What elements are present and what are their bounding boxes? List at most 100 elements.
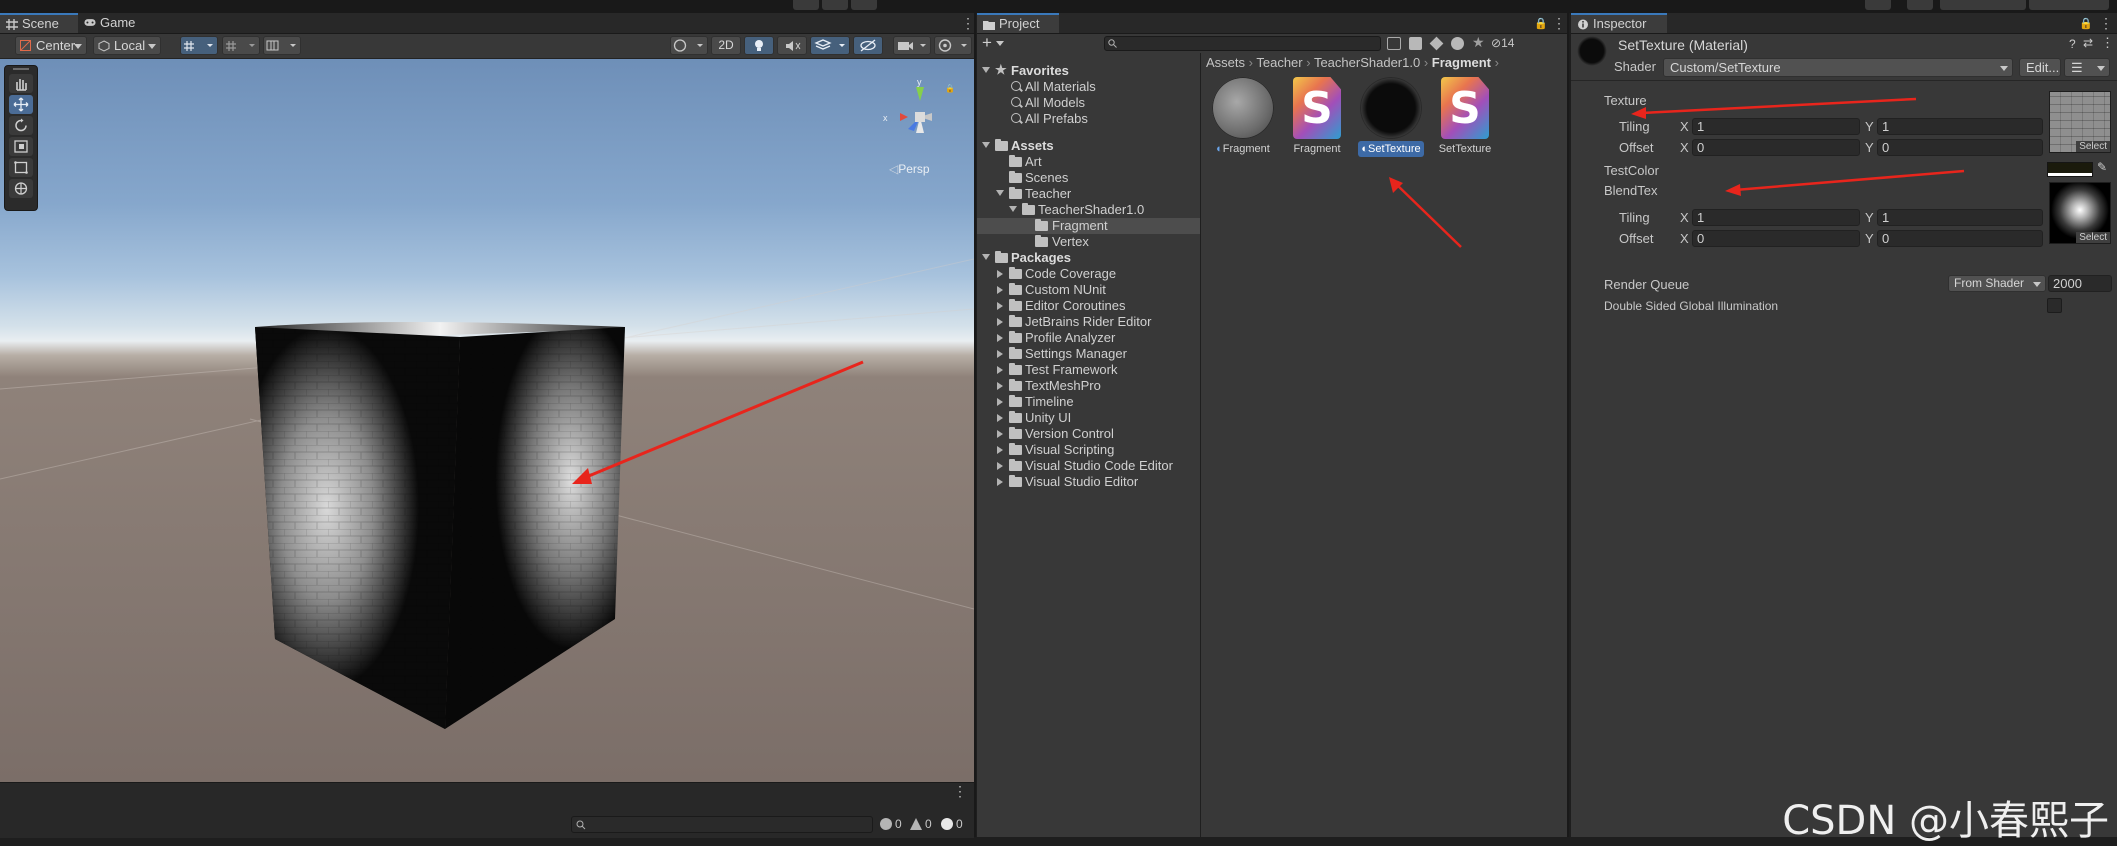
pause-button[interactable] — [822, 0, 848, 10]
tree-package-item[interactable]: TextMeshPro — [977, 378, 1200, 394]
gizmo-lock-icon[interactable]: 🔒 — [945, 84, 955, 93]
tree-item-all-materials[interactable]: All Materials — [977, 79, 1200, 95]
shader-dropdown[interactable]: Custom/SetTexture — [1663, 58, 2013, 77]
layout-dropdown[interactable] — [2029, 0, 2109, 10]
blendtex-select-button[interactable]: Select — [2076, 232, 2110, 243]
pivot-rotation-dropdown[interactable]: Local — [93, 36, 161, 55]
expand-arrow-icon[interactable] — [997, 334, 1003, 342]
tree-favorites[interactable]: ★ Favorites — [977, 62, 1200, 79]
lighting-toggle[interactable] — [744, 36, 774, 55]
expand-arrow-icon[interactable] — [997, 270, 1003, 278]
breadcrumb-item[interactable]: Assets — [1206, 55, 1245, 70]
audio-toggle[interactable] — [777, 36, 807, 55]
filter-label-icon[interactable] — [1429, 36, 1444, 51]
dsgi-checkbox[interactable] — [2047, 298, 2062, 313]
blendtex-slot[interactable]: Select — [2049, 182, 2111, 244]
layers-dropdown[interactable] — [1940, 0, 2026, 10]
rotate-tool-button[interactable] — [9, 116, 33, 135]
project-panel-menu-icon[interactable]: ⋮ — [1552, 15, 1566, 32]
tree-package-item[interactable]: Settings Manager — [977, 346, 1200, 362]
filter-log-icon[interactable] — [1451, 37, 1464, 50]
expand-arrow-icon[interactable] — [997, 286, 1003, 294]
lock-icon[interactable]: 🔒 — [2079, 17, 2093, 30]
tree-package-item[interactable]: Test Framework — [977, 362, 1200, 378]
breadcrumb-item[interactable]: TeacherShader1.0 — [1314, 55, 1420, 70]
filter-type-icon[interactable] — [1409, 37, 1422, 50]
render-queue-field[interactable]: 2000 — [2048, 275, 2112, 292]
tree-package-item[interactable]: Code Coverage — [977, 266, 1200, 282]
expand-arrow-icon[interactable] — [997, 382, 1003, 390]
console-menu-icon[interactable]: ⋮ — [953, 783, 967, 800]
search-button[interactable] — [1907, 0, 1933, 10]
tree-package-item[interactable]: Unity UI — [977, 410, 1200, 426]
expand-arrow-icon[interactable] — [997, 398, 1003, 406]
tab-scene[interactable]: Scene — [0, 13, 78, 33]
create-plus-icon[interactable]: + — [982, 33, 992, 53]
tree-item-teachershader[interactable]: TeacherShader1.0 — [977, 202, 1200, 218]
tree-item-teacher[interactable]: Teacher — [977, 186, 1200, 202]
texture-select-button[interactable]: Select — [2076, 141, 2110, 152]
tree-package-item[interactable]: Visual Studio Code Editor — [977, 458, 1200, 474]
tree-item-scenes[interactable]: Scenes — [977, 170, 1200, 186]
create-caret-icon[interactable] — [996, 41, 1004, 47]
expand-arrow-icon[interactable] — [982, 67, 990, 73]
projection-label[interactable]: ◁Persp — [889, 162, 930, 176]
asset-settexture-material[interactable]: ◐SetTexture — [1353, 77, 1429, 157]
tree-packages[interactable]: Packages — [977, 250, 1200, 266]
tree-package-item[interactable]: Visual Studio Editor — [977, 474, 1200, 490]
expand-arrow-icon[interactable] — [997, 350, 1003, 358]
test-color-swatch[interactable] — [2047, 162, 2093, 177]
toggle-2d-button[interactable]: 2D — [711, 36, 741, 55]
tree-package-item[interactable]: Editor Coroutines — [977, 298, 1200, 314]
tree-item-vertex[interactable]: Vertex — [977, 234, 1200, 250]
expand-arrow-icon[interactable] — [997, 430, 1003, 438]
tree-package-item[interactable]: JetBrains Rider Editor — [977, 314, 1200, 330]
orientation-gizmo[interactable]: 🔒 y x — [866, 77, 966, 157]
hidden-packages-toggle[interactable]: ⊘14 — [1491, 36, 1514, 50]
asset-settexture-shader[interactable]: S SetTexture — [1427, 77, 1503, 157]
expand-arrow-icon[interactable] — [982, 254, 990, 260]
tree-item-all-prefabs[interactable]: All Prefabs — [977, 111, 1200, 127]
undo-history-button[interactable] — [1865, 0, 1891, 10]
expand-arrow-icon[interactable] — [982, 142, 990, 148]
rect-tool-button[interactable] — [9, 158, 33, 177]
expand-arrow-icon[interactable] — [997, 318, 1003, 326]
breadcrumb-item[interactable]: Teacher — [1256, 55, 1302, 70]
tools-drag-handle[interactable] — [13, 68, 29, 70]
hidden-objects-toggle[interactable] — [853, 36, 883, 55]
material-options-dropdown[interactable]: ☰ — [2064, 58, 2110, 77]
scene-camera-dropdown[interactable] — [893, 36, 931, 55]
increment-snap-toggle[interactable] — [222, 36, 260, 55]
expand-arrow-icon[interactable] — [997, 478, 1003, 486]
tree-package-item[interactable]: Visual Scripting — [977, 442, 1200, 458]
step-button[interactable] — [851, 0, 877, 10]
view-tool-button[interactable] — [9, 74, 33, 93]
tree-item-fragment[interactable]: Fragment — [977, 218, 1200, 234]
scale-tool-button[interactable] — [9, 137, 33, 156]
favorite-star-icon[interactable]: ★ — [1472, 34, 1485, 51]
expand-arrow-icon[interactable] — [996, 190, 1004, 196]
tree-item-all-models[interactable]: All Models — [977, 95, 1200, 111]
inspector-menu-icon[interactable]: ⋮ — [2099, 15, 2113, 32]
asset-fragment-material[interactable]: ◐Fragment — [1205, 77, 1281, 157]
asset-fragment-shader[interactable]: S Fragment — [1279, 77, 1355, 157]
tree-assets[interactable]: Assets — [977, 138, 1200, 154]
pivot-mode-dropdown[interactable]: Center — [15, 36, 87, 55]
expand-arrow-icon[interactable] — [997, 414, 1003, 422]
expand-arrow-icon[interactable] — [1009, 206, 1017, 212]
expand-arrow-icon[interactable] — [997, 446, 1003, 454]
tree-item-art[interactable]: Art — [977, 154, 1200, 170]
effects-dropdown[interactable] — [810, 36, 850, 55]
tree-package-item[interactable]: Timeline — [977, 394, 1200, 410]
expand-arrow-icon[interactable] — [997, 366, 1003, 374]
expand-arrow-icon[interactable] — [997, 462, 1003, 470]
scene-viewport[interactable]: 🔒 y x ◁Persp — [0, 59, 974, 782]
tab-inspector[interactable]: Inspector — [1571, 13, 1667, 33]
move-tool-button[interactable] — [9, 95, 33, 114]
scene-panel-menu-icon[interactable]: ⋮ — [961, 15, 975, 32]
help-icon[interactable]: ? — [2069, 37, 2076, 51]
tab-project[interactable]: Project — [977, 13, 1059, 33]
transform-tool-button[interactable] — [9, 179, 33, 198]
component-menu-icon[interactable]: ⋮ — [2101, 35, 2114, 51]
tree-package-item[interactable]: Version Control — [977, 426, 1200, 442]
